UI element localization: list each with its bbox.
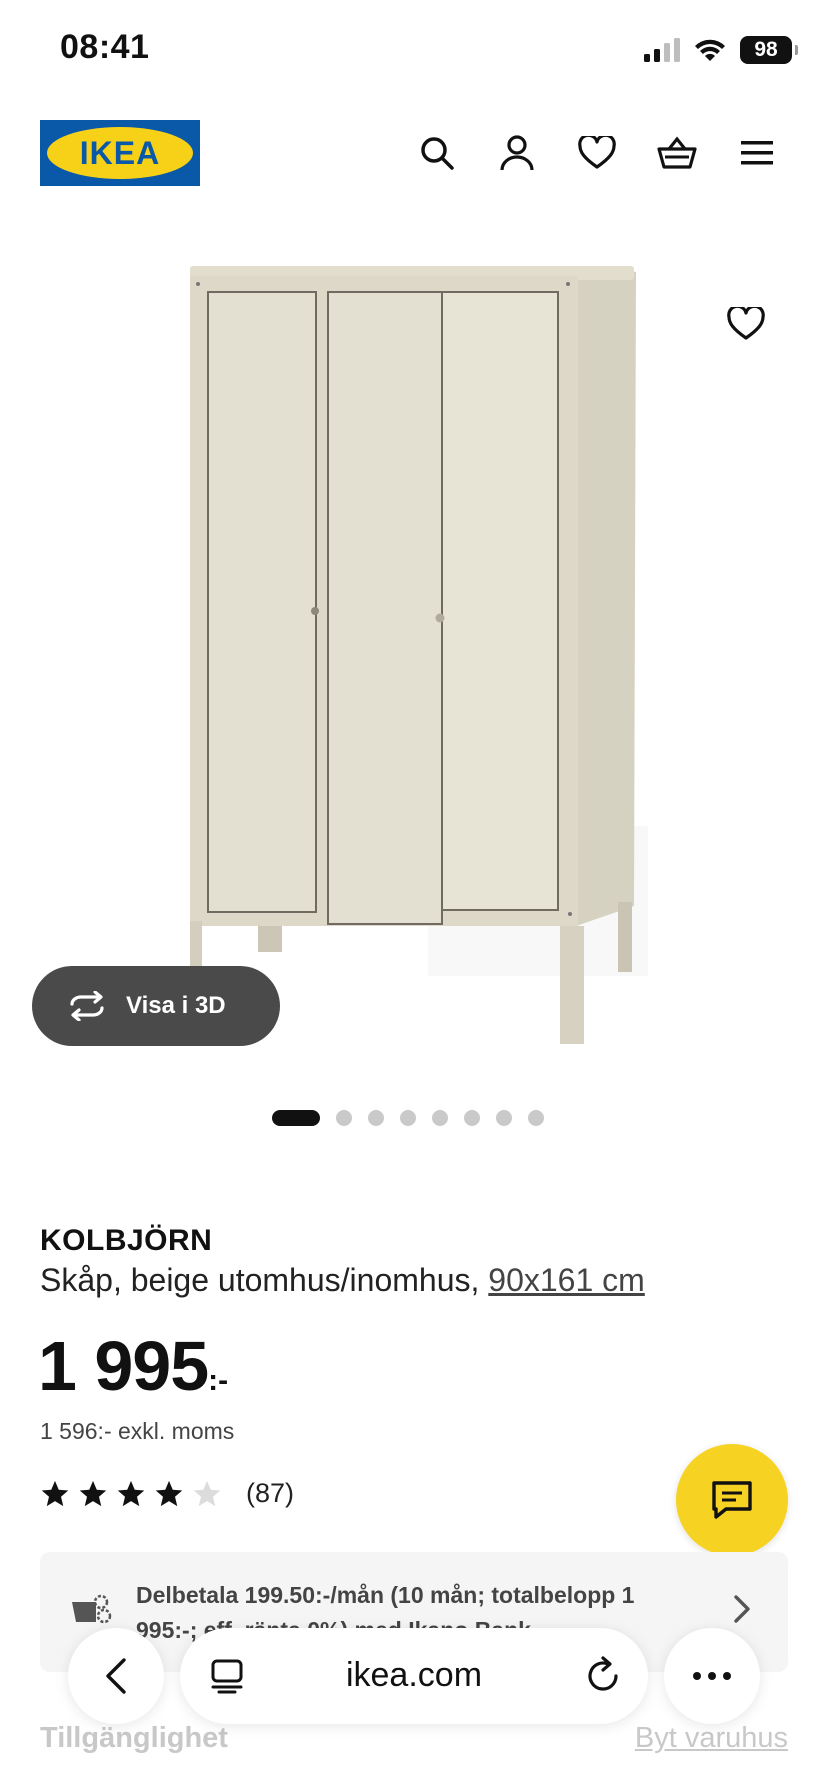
view-3d-button[interactable]: Visa i 3D <box>32 966 280 1046</box>
gallery-dots <box>0 1110 828 1126</box>
account-icon[interactable] <box>494 130 540 176</box>
gallery-dot-3[interactable] <box>368 1110 384 1126</box>
logo-text: IKEA <box>47 127 193 179</box>
product-name: KOLBJÖRN <box>40 1224 213 1257</box>
rotate-3d-icon <box>70 991 104 1021</box>
product-gallery[interactable]: Visa i 3D <box>0 250 828 1126</box>
product-size-link[interactable]: 90x161 cm <box>488 1262 645 1298</box>
star-filled-icon <box>79 1480 107 1506</box>
star-filled-icon <box>41 1480 69 1506</box>
menu-icon[interactable] <box>734 130 780 176</box>
gallery-dot-4[interactable] <box>400 1110 416 1126</box>
product-description: Skåp, beige utomhus/inomhus, 90x161 cm <box>40 1262 645 1299</box>
view-3d-label: Visa i 3D <box>126 992 226 1019</box>
star-filled-icon <box>155 1480 183 1506</box>
more-dots-icon <box>693 1672 731 1680</box>
status-time: 08:41 <box>60 28 150 66</box>
product-description-text: Skåp, beige utomhus/inomhus, <box>40 1262 489 1298</box>
basket-icon[interactable] <box>654 130 700 176</box>
chat-bubble-icon <box>712 1481 752 1519</box>
chevron-left-icon <box>106 1658 126 1694</box>
gallery-dot-8[interactable] <box>528 1110 544 1126</box>
favorite-button[interactable] <box>708 286 784 362</box>
wifi-icon <box>695 39 725 61</box>
price-suffix: :- <box>208 1364 229 1397</box>
signal-icon <box>644 38 680 62</box>
product-page: 08:41 98 IKEA Visa i 3D KOLBJÖRN Skåp, b… <box>0 0 828 1792</box>
gallery-dot-6[interactable] <box>464 1110 480 1126</box>
chat-button[interactable] <box>676 1444 788 1556</box>
product-image <box>188 266 648 1071</box>
heart-outline-icon <box>727 307 765 340</box>
rating-count: (87) <box>246 1478 295 1508</box>
gallery-dot-1[interactable] <box>272 1110 320 1126</box>
search-icon[interactable] <box>414 130 460 176</box>
gallery-dot-5[interactable] <box>432 1110 448 1126</box>
status-bar: 08:41 98 <box>0 0 828 100</box>
battery-icon: 98 <box>740 36 798 64</box>
star-empty-icon <box>193 1480 221 1506</box>
status-icons: 98 <box>644 32 798 68</box>
more-button[interactable] <box>664 1628 760 1724</box>
address-bar[interactable]: ikea.com <box>180 1628 648 1724</box>
header-icons <box>414 130 780 176</box>
site-header: IKEA <box>0 108 828 198</box>
back-button[interactable] <box>68 1628 164 1724</box>
price-main: 1 995 <box>38 1327 209 1405</box>
gallery-dot-7[interactable] <box>496 1110 512 1126</box>
address-domain: ikea.com <box>345 1656 483 1694</box>
product-price: 1 995:- <box>38 1326 228 1406</box>
heart-icon[interactable] <box>574 130 620 176</box>
ikea-logo[interactable]: IKEA <box>40 120 200 186</box>
browser-toolbar: ikea.com <box>0 1616 828 1736</box>
product-rating[interactable]: (87) <box>40 1478 294 1509</box>
gallery-dot-2[interactable] <box>336 1110 352 1126</box>
price-ex-vat: 1 596:- exkl. moms <box>40 1418 235 1444</box>
reload-icon[interactable] <box>586 1656 622 1694</box>
star-filled-icon <box>117 1480 145 1506</box>
